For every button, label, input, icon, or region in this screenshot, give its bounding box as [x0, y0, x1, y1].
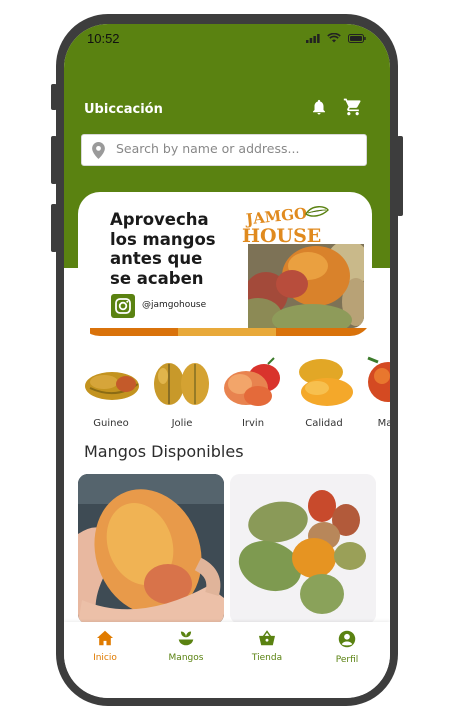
nav-label-perfil: Perfil: [335, 655, 359, 665]
app-screen: 10:52 Ubiccación Search by name or addre…: [64, 24, 390, 698]
wifi-icon: [327, 33, 341, 43]
banner-mango-image: [248, 244, 364, 328]
status-bar: 10:52: [64, 24, 390, 54]
guineo-mango-image: [85, 372, 139, 400]
nav-label-inicio: Inicio: [93, 653, 117, 663]
svg-text:HOUSE: HOUSE: [242, 225, 321, 247]
category-jolie[interactable]: Jolie: [147, 356, 217, 429]
product-card-2[interactable]: [230, 474, 376, 624]
search-input[interactable]: [116, 141, 356, 156]
banner-stripe-1: [90, 328, 180, 336]
search-bar[interactable]: [81, 134, 367, 166]
category-ma[interactable]: Ma: [358, 356, 390, 429]
nav-mangos[interactable]: Mangos: [151, 630, 221, 663]
nav-label-mangos: Mangos: [168, 653, 204, 663]
banner-title: Aprovecha los mangos antes que se acaben: [110, 210, 216, 288]
jolie-mango-image: [154, 363, 209, 405]
location-label[interactable]: Ubiccación: [84, 102, 163, 117]
product-card-1[interactable]: [78, 474, 224, 624]
nav-label-tienda: Tienda: [251, 653, 283, 663]
nav-tienda[interactable]: Tienda: [232, 630, 302, 663]
user-icon: [338, 630, 356, 648]
category-guineo[interactable]: Guineo: [76, 356, 146, 429]
banner-stripe-3: [276, 328, 372, 336]
instagram-handle[interactable]: @jamgohouse: [142, 300, 206, 310]
bell-icon[interactable]: [310, 98, 328, 116]
ma-mango-image: [367, 356, 390, 402]
irvin-mango-image: [224, 357, 280, 406]
section-title: Mangos Disponibles: [84, 442, 244, 461]
nav-perfil[interactable]: Perfil: [312, 630, 382, 665]
calidad-mango-image: [299, 359, 353, 406]
category-irvin[interactable]: Irvin: [218, 356, 288, 429]
mango-held-in-hand-image: [78, 474, 224, 624]
location-pin-icon: [92, 142, 105, 159]
nav-inicio[interactable]: Inicio: [70, 630, 140, 663]
category-calidad[interactable]: Calidad: [289, 356, 359, 429]
cart-icon[interactable]: [343, 97, 363, 117]
category-list: Guineo Jolie Irvin Calidad Ma: [64, 356, 390, 436]
instagram-icon[interactable]: [111, 294, 135, 318]
status-time: 10:52: [87, 31, 120, 46]
signal-icon: [306, 33, 320, 43]
bottom-navigation: Inicio Mangos Tienda Perfil: [64, 622, 390, 698]
plant-icon: [178, 631, 194, 646]
basket-icon: [259, 630, 275, 646]
battery-icon: [348, 33, 366, 43]
promo-banner[interactable]: Aprovecha los mangos antes que se acaben…: [78, 192, 372, 336]
mango-pile-image: [230, 474, 376, 624]
banner-stripe-2: [178, 328, 278, 336]
home-icon: [97, 630, 113, 646]
jamgo-house-logo: JAMGO HOUSE: [240, 202, 330, 248]
